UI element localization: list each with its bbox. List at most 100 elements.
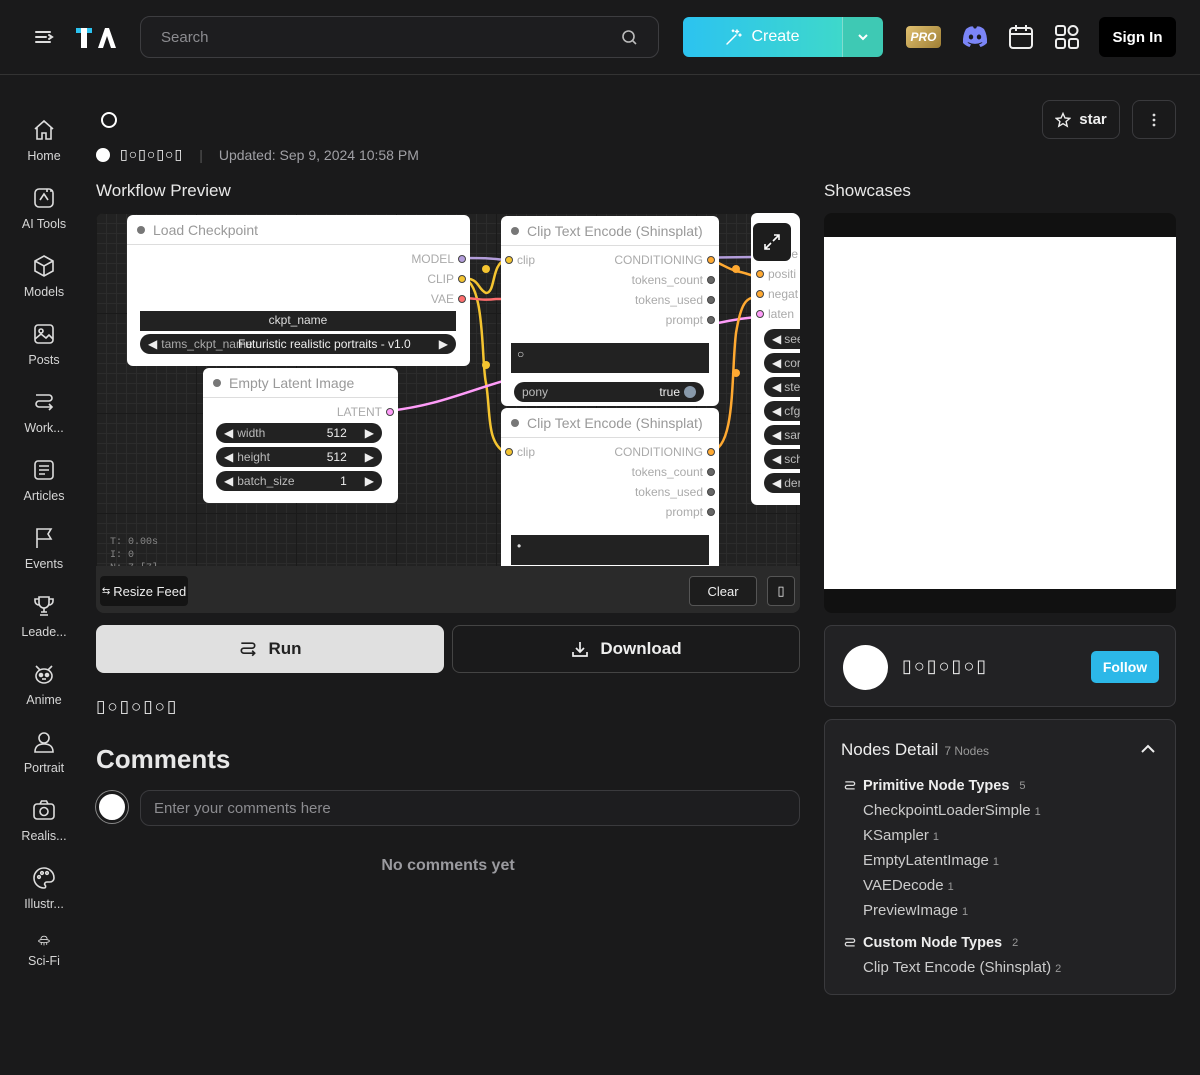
search-icon[interactable] [621,29,638,46]
sidebar-item-posts[interactable]: Posts [0,322,88,382]
search-input[interactable] [141,17,658,57]
workflow-icon [844,938,856,947]
node-load-checkpoint[interactable]: Load Checkpoint MODEL CLIP VAE ckpt_name… [127,215,470,366]
node-type-item: VAEDecode 1 [863,877,954,894]
resize-feed-button[interactable]: ⇆ Resize Feed [100,576,188,606]
sidebar-item-label: Sci-Fi [28,954,60,968]
output-prompt[interactable]: prompt [666,313,715,327]
denoise-widget[interactable]: ◀ der [764,473,800,493]
author-name[interactable]: ▯○▯○▯○▯ [120,146,183,163]
output-tokens-count[interactable]: tokens_count [632,273,715,287]
sidebar-item-leaderboard[interactable]: Leade... [0,594,88,654]
more-options-button[interactable] [1132,100,1176,139]
user-avatar [96,791,128,823]
output-latent[interactable]: LATENT [337,405,394,419]
sidebar-item-sci-fi[interactable]: Sci-Fi [0,934,88,968]
author-avatar[interactable] [96,147,110,162]
sidebar-item-illustration[interactable]: Illustr... [0,866,88,926]
apps-grid-icon[interactable] [1053,23,1081,51]
sidebar-item-realistic[interactable]: Realis... [0,798,88,858]
node-clip-text-encode-positive[interactable]: Clip Text Encode (Shinsplat) clip CONDIT… [501,216,719,406]
input-clip[interactable]: clip [505,253,535,267]
flag-icon [36,528,53,548]
input-positive[interactable]: positi [756,267,796,281]
site-logo[interactable] [76,25,116,49]
discord-icon[interactable] [960,23,988,51]
calendar-icon[interactable] [1007,23,1035,51]
create-dropdown-button[interactable] [842,17,883,57]
workflow-icon [844,781,856,790]
output-tokens-count[interactable]: tokens_count [632,465,715,479]
input-latent[interactable]: laten [756,307,794,321]
portrait-icon [34,732,54,753]
output-conditioning[interactable]: CONDITIONING [614,445,715,459]
star-button[interactable]: star [1042,100,1120,139]
prompt-text-area[interactable]: • [511,535,709,565]
node-empty-latent-image[interactable]: Empty Latent Image LATENT ◀ width 512 ▶ ◀ he… [203,368,398,503]
showcase-viewer[interactable] [824,213,1176,613]
create-button-group: Create [683,17,883,57]
sidebar-item-workflows[interactable]: Work... [0,390,88,450]
batch-size-widget[interactable]: ◀ batch_size 1 ▶ [216,471,382,491]
expand-button[interactable] [753,223,791,261]
download-button[interactable]: Download [452,625,800,673]
input-clip[interactable]: clip [505,445,535,459]
width-widget[interactable]: ◀ width 512 ▶ [216,423,382,443]
control-widget[interactable]: ◀ cor [764,353,800,373]
output-prompt[interactable]: prompt [666,505,715,519]
ckpt-name-widget[interactable]: ◀ tams_ckpt_name Futuristic realistic port… [140,334,456,354]
author-card-avatar[interactable] [843,645,888,690]
cube-icon [34,255,54,277]
input-negative[interactable]: negat [756,287,798,301]
node-type-item: EmptyLatentImage 1 [863,852,1000,869]
output-conditioning[interactable]: CONDITIONING [614,253,715,267]
camera-icon [33,800,55,820]
create-button[interactable]: Create [683,17,842,57]
output-vae[interactable]: VAE [431,292,466,306]
collapse-chevron-up-icon[interactable] [1139,740,1157,758]
pro-badge[interactable]: PRO [906,26,941,48]
output-tokens-used[interactable]: tokens_used [635,293,715,307]
node-title: Clip Text Encode (Shinsplat) [501,216,719,246]
node-type-item: Clip Text Encode (Shinsplat) 2 [863,959,1062,976]
pony-toggle[interactable]: pony true [514,382,704,402]
author-card-name[interactable]: ▯○▯○▯○▯ [902,656,988,677]
node-type-item: CheckpointLoaderSimple 1 [863,802,1041,819]
sidebar-item-ai-tools[interactable]: AI Tools [0,186,88,246]
sign-in-button[interactable]: Sign In [1099,17,1176,57]
sampler-widget[interactable]: ◀ sar [764,425,800,445]
output-clip[interactable]: CLIP [427,272,466,286]
workflow-preview[interactable]: Load Checkpoint MODEL CLIP VAE ckpt_name… [96,213,800,613]
prompt-text-area[interactable]: ○ [511,343,709,373]
sidebar-item-portrait[interactable]: Portrait [0,730,88,790]
comment-box [140,790,800,826]
menu-toggle-icon[interactable] [33,27,55,49]
node-type-item: KSampler 1 [863,827,939,844]
steps-widget[interactable]: ◀ ste [764,377,800,397]
output-tokens-used[interactable]: tokens_used [635,485,715,499]
run-button[interactable]: Run [96,625,444,673]
clear-button[interactable]: Clear [689,576,757,606]
sidebar-item-models[interactable]: Models [0,254,88,314]
showcase-image[interactable] [824,237,1176,589]
sidebar-item-articles[interactable]: Articles [0,458,88,518]
divider: | [199,146,203,163]
workflow-canvas[interactable]: Load Checkpoint MODEL CLIP VAE ckpt_name… [96,213,800,578]
palette-icon [33,867,55,889]
sidebar-item-home[interactable]: Home [0,118,88,178]
sidebar-item-events[interactable]: Events [0,526,88,586]
star-label: star [1079,111,1107,128]
output-model[interactable]: MODEL [411,252,466,266]
sidebar-item-anime[interactable]: Anime [0,662,88,722]
scheduler-widget[interactable]: ◀ sch [764,449,800,469]
node-clip-text-encode-negative[interactable]: Clip Text Encode (Shinsplat) clip CONDIT… [501,408,719,578]
cfg-widget[interactable]: ◀ cfg [764,401,800,421]
seed-widget[interactable]: ◀see [764,329,800,349]
top-bar: Create PRO Sign In [0,0,1200,75]
queue-toggle-button[interactable]: ▯ [767,576,795,606]
follow-button[interactable]: Follow [1091,651,1159,683]
height-widget[interactable]: ◀ height 512 ▶ [216,447,382,467]
sidebar-item-label: Illustr... [24,897,64,911]
workflow-description: ▯○▯○▯○▯ [96,697,179,716]
comment-input[interactable] [141,791,799,825]
